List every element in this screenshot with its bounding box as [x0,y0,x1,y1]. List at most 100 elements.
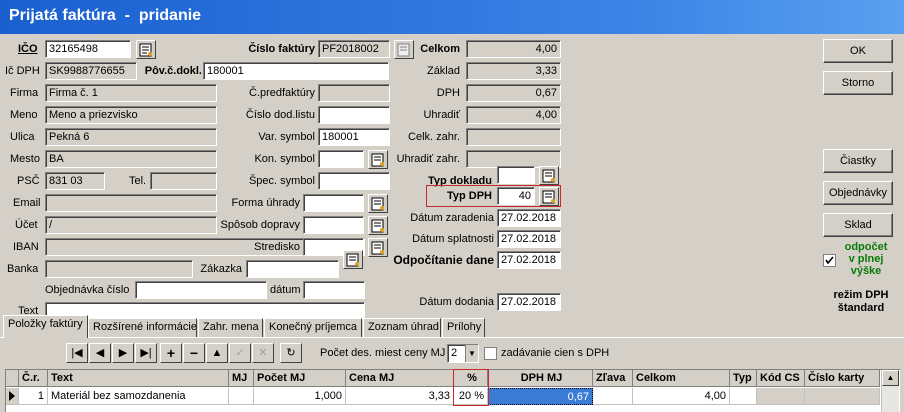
first-record-button[interactable]: |◀ [66,343,88,363]
odpocitanie-dane-field[interactable]: 27.02.2018 [497,251,561,269]
grid-cell-dph-mj[interactable]: 0,67 [488,388,593,405]
zaklad-field[interactable]: 3,33 [466,62,561,80]
zakazka-field[interactable] [246,260,339,278]
celkom-field[interactable]: 4,00 [466,40,561,58]
var-symbol-field[interactable]: 180001 [318,128,390,146]
grid-header-text[interactable]: Text [48,370,229,387]
scroll-up-arrow-icon[interactable]: ▲ [882,370,899,386]
banka-field[interactable] [45,260,193,278]
post-record-button[interactable]: ✓ [229,343,251,363]
grid-cell-celkom[interactable]: 4,00 [633,388,730,405]
grid-cell-cr[interactable]: 1 [19,388,48,405]
typ-dph-lookup-button[interactable] [539,187,559,206]
datum-splatnosti-field[interactable]: 27.02.2018 [497,230,561,248]
ico-field[interactable]: 32165498 [45,40,131,58]
notepad-icon [542,169,555,183]
ok-button[interactable]: OK [823,39,893,63]
tab-baseline [0,337,904,338]
prev-record-button[interactable]: ◀ [89,343,111,363]
grid-cell-kod-cs[interactable] [757,388,805,405]
storno-button[interactable]: Storno [823,71,893,95]
grid-cell-pocet-mj[interactable]: 1,000 [254,388,346,405]
edit-record-button[interactable]: ▲ [206,343,228,363]
forma-uhrady-label: Forma úhrady [231,197,300,209]
ucet-field[interactable]: / [45,216,217,234]
grid-cell-mj[interactable] [229,388,254,405]
odpocet-checkbox[interactable] [823,254,836,267]
kon-symbol-label: Kon. symbol [254,153,315,165]
typ-dph-field[interactable]: 40 [497,187,535,205]
meno-field[interactable]: Meno a priezvisko [45,106,217,124]
tab-polozky-faktury[interactable]: Položky faktúry [3,315,88,338]
grid-header-mj[interactable]: MJ [229,370,254,387]
refresh-button[interactable]: ↻ [280,343,302,363]
cislo-dod-listu-field[interactable] [318,106,390,124]
forma-uhrady-lookup-button[interactable] [368,194,388,213]
grid-cell-text[interactable]: Materiál bez samozdanenia [48,388,229,405]
sposob-dopravy-lookup-button[interactable] [368,216,388,235]
ulica-field[interactable]: Pekná 6 [45,128,217,146]
firma-field[interactable]: Firma č. 1 [45,84,217,102]
kon-symbol-lookup-button[interactable] [368,150,388,169]
grid-header-typ[interactable]: Typ [730,370,757,387]
dph-field[interactable]: 0,67 [466,84,561,102]
tab-zoznam-uhrad[interactable]: Zoznam úhrad [363,318,441,337]
datum-zaradenia-field[interactable]: 27.02.2018 [497,209,561,227]
grid-header-dph-mj[interactable]: DPH MJ [488,370,593,387]
zadavanie-cien-checkbox[interactable] [484,347,497,360]
zakazka-lookup-button[interactable] [343,250,363,269]
typ-dokladu-field[interactable] [497,166,535,184]
email-field[interactable] [45,194,217,212]
ciastky-button[interactable]: Čiastky [823,149,893,173]
tab-zahr-mena[interactable]: Zahr. mena [198,318,263,337]
grid-header-kod-cs[interactable]: Kód CS [757,370,805,387]
cislo-faktury-field[interactable]: PF2018002 [318,40,390,58]
forma-uhrady-field[interactable] [303,194,364,212]
ico-label: IČO [18,43,38,55]
sklad-button[interactable]: Sklad [823,213,893,237]
grid-header-celkom[interactable]: Celkom [633,370,730,387]
grid-header-cislo-karty[interactable]: Číslo karty [805,370,880,387]
objednavky-button[interactable]: Objednávky [823,181,893,205]
pct-column-highlight [453,369,489,406]
uhradit-field[interactable]: 4,00 [466,106,561,124]
celk-zahr-field[interactable] [466,128,561,146]
odpocet-label: odpočet v plnej výške [838,241,894,277]
datum-splatnosti-label: Dátum splatnosti [412,233,494,245]
datum-dodania-field[interactable]: 27.02.2018 [497,293,561,311]
tab-rozsirene-informacie[interactable]: Rozšírené informácie [88,318,197,337]
next-record-button[interactable]: ▶ [112,343,134,363]
ico-lookup-button[interactable] [136,40,156,59]
mesto-field[interactable]: BA [45,150,217,168]
c-predfaktury-field[interactable] [318,84,390,102]
grid-header-cr[interactable]: Č.r. [19,370,48,387]
pov-c-dokl-field[interactable]: 180001 [203,62,389,80]
chevron-down-icon[interactable]: ▼ [465,345,478,362]
objednavka-field[interactable] [135,281,267,299]
add-record-button[interactable]: + [160,343,182,363]
grid-cell-zlava[interactable] [593,388,633,405]
tab-prilohy[interactable]: Prílohy [442,318,485,337]
grid-cell-typ[interactable] [730,388,757,405]
last-record-button[interactable]: ▶| [135,343,157,363]
pocet-des-miest-select[interactable]: 2 ▼ [447,344,479,363]
spec-symbol-field[interactable] [318,172,390,190]
kon-symbol-field[interactable] [318,150,364,168]
tel-field[interactable] [150,172,217,190]
typ-dokladu-lookup-button[interactable] [539,166,559,185]
grid-scrollbar[interactable]: ▲ [881,370,899,412]
cancel-record-button[interactable]: ✕ [252,343,274,363]
tab-konecny-prijemca[interactable]: Konečný príjemca [264,318,362,337]
grid-header-pocet-mj[interactable]: Počet MJ [254,370,346,387]
grid-cell-cislo-karty[interactable] [805,388,880,405]
c-predfaktury-label: Č.predfaktúry [248,87,315,99]
mesto-label: Mesto [10,153,40,165]
grid-cell-cena-mj[interactable]: 3,33 [346,388,454,405]
datum-field[interactable] [303,281,365,299]
grid-header-zlava[interactable]: Zľava [593,370,633,387]
psc-field[interactable]: 831 03 [45,172,105,190]
sposob-dopravy-field[interactable] [303,216,364,234]
grid-header-cena-mj[interactable]: Cena MJ [346,370,454,387]
delete-record-button[interactable]: − [183,343,205,363]
odpocitanie-dane-label: Odpočítanie dane [393,253,494,267]
